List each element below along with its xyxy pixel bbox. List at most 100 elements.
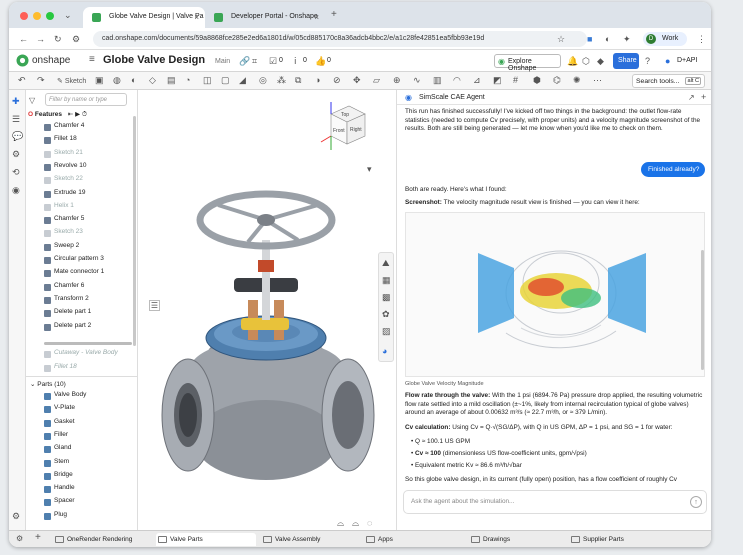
rollback-icon[interactable]: ⇤ (68, 111, 73, 118)
learning-icon[interactable]: ◆ (597, 56, 604, 66)
part-item[interactable]: V-Plate (26, 404, 75, 416)
section-icon[interactable]: ◩ (493, 75, 502, 86)
split-icon[interactable]: ⊘ (333, 75, 341, 86)
fillet-icon[interactable]: ◔ (185, 75, 190, 86)
play-icon[interactable]: ▶ (75, 111, 80, 118)
part-item[interactable]: Valve Body (26, 391, 86, 403)
notes-icon[interactable]: ⅰ (294, 56, 297, 66)
link-icon[interactable]: 🔗 (239, 56, 250, 66)
close-tab-icon[interactable]: × (314, 13, 319, 22)
like-icon[interactable]: 👍 (315, 56, 326, 66)
document-tab[interactable]: Valve Assembly (261, 533, 361, 546)
list-item[interactable]: Mate connector 1 (26, 268, 104, 280)
sketch-button[interactable]: ✎ Sketch (57, 76, 86, 87)
part-item[interactable]: Plug (26, 511, 67, 523)
user-icon[interactable]: ● (665, 56, 670, 66)
simscale-globe-icon[interactable]: ◕ (382, 346, 387, 356)
graphics-area[interactable]: ☰ Top Front Right ▾ ⛰ ▦ ▩ ✿ ▨ ◕ ⌓ ⌓ ◌ (138, 90, 396, 530)
render-icon[interactable]: ✺ (573, 75, 581, 86)
velocity-result-image[interactable] (405, 212, 705, 377)
measure-icon[interactable]: ⊿ (473, 75, 481, 86)
insert-icon[interactable]: ✚ (12, 96, 20, 106)
list-item[interactable]: Fillet 18 (26, 363, 77, 375)
hide-icon[interactable]: ▨ (382, 326, 391, 336)
list-item[interactable]: Delete part 2 (26, 322, 91, 334)
chat-scrollbar[interactable] (701, 250, 704, 370)
comments-icon[interactable]: 💬 (12, 131, 23, 141)
simulation-icon[interactable]: ⌬ (553, 75, 561, 86)
helix-icon[interactable]: ∿ (413, 75, 421, 86)
list-item[interactable]: Helix 1 (26, 202, 74, 214)
document-tab[interactable]: OneRender Rendering (53, 533, 153, 546)
list-item[interactable]: Sketch 22 (26, 175, 83, 187)
close-tab-icon[interactable]: × (194, 13, 199, 22)
plane-icon[interactable]: ▱ (373, 75, 380, 86)
send-icon[interactable]: ↑ (690, 496, 702, 508)
document-tab[interactable]: Valve Parts (156, 533, 256, 546)
document-tab[interactable]: Apps (364, 533, 464, 546)
part-item[interactable]: Spacer (26, 497, 75, 509)
document-tab[interactable]: Drawings (469, 533, 565, 546)
tab-list-chevron-icon[interactable]: ⌄ (64, 10, 72, 20)
browser-tab-active[interactable]: Globe Valve Design | Valve Pa × (83, 7, 205, 28)
help-icon[interactable]: ? (645, 56, 650, 66)
list-item[interactable]: Fillet 18 (26, 135, 77, 147)
profile-button[interactable]: D Work (643, 32, 687, 46)
parts-header[interactable]: ⌄ Parts (10) (30, 380, 66, 388)
view-cube-right-label[interactable]: Right (350, 127, 362, 133)
chamfer-icon[interactable]: ◫ (203, 75, 212, 86)
versions-icon[interactable]: ⌗ (252, 56, 257, 66)
surface-icon[interactable]: ◠ (453, 75, 461, 86)
document-title[interactable]: Globe Valve Design (103, 54, 205, 66)
tasks-icon[interactable]: ☑ (269, 56, 277, 66)
view-cube[interactable]: Top Front Right (313, 96, 377, 154)
camera-icon[interactable]: ⌓ (337, 518, 344, 528)
bookmark-star-icon[interactable]: ☆ (557, 34, 565, 44)
back-icon[interactable]: ← (19, 34, 28, 44)
custom-feature-icon[interactable]: ⬢ (533, 75, 541, 86)
list-icon[interactable]: ☰ (12, 114, 20, 124)
section-view-icon[interactable]: ▩ (382, 292, 391, 302)
filter-icon[interactable]: ▽ (29, 96, 35, 106)
sheet-metal-icon[interactable]: ▥ (433, 75, 442, 86)
list-item[interactable]: Sketch 23 (26, 228, 83, 240)
revolve-icon[interactable]: ◍ (113, 75, 121, 86)
tab-manager-icon[interactable]: ⚙ (16, 534, 23, 544)
hamburger-menu-icon[interactable]: ≡ (89, 55, 95, 65)
browser-menu-icon[interactable]: ⋮ (697, 34, 706, 44)
site-settings-icon[interactable]: ⚙ (72, 34, 80, 44)
part-item[interactable]: Handle (26, 484, 75, 496)
reload-icon[interactable]: ↻ (54, 34, 62, 44)
tree-scrollbar[interactable] (133, 116, 136, 346)
extensions-puzzle-icon[interactable]: ✦ (623, 34, 631, 44)
variable-icon[interactable]: # (513, 75, 518, 86)
valve-3d-model[interactable] (148, 150, 388, 530)
chat-input[interactable]: Ask the agent about the simulation... ↑ (403, 490, 707, 514)
list-item[interactable]: Delete part 1 (26, 308, 91, 320)
part-item[interactable]: Filler (26, 431, 68, 443)
extension-icon[interactable]: ■ (587, 34, 592, 44)
render-mode-icon[interactable]: ▦ (382, 275, 391, 285)
explore-onshape-button[interactable]: ◉ Explore Onshape (494, 54, 561, 72)
appearance-icon[interactable]: ⛰ (382, 258, 390, 268)
zoom-fit-icon[interactable]: ◌ (367, 518, 372, 528)
thicken-icon[interactable]: ▤ (167, 75, 176, 86)
list-item[interactable]: Extrude 19 (26, 189, 85, 201)
list-item[interactable]: Sweep 2 (26, 242, 79, 254)
url-field[interactable]: cad.onshape.com/documents/59a8868fce285e… (93, 31, 587, 47)
list-item[interactable]: Chamfer 5 (26, 215, 84, 227)
view-cube-front-label[interactable]: Front (333, 128, 345, 134)
options-icon[interactable]: ⏱ (82, 111, 87, 118)
settings-icon[interactable]: ⚙ (12, 511, 20, 521)
hole-icon[interactable]: ◎ (259, 75, 267, 86)
extrude-icon[interactable]: ▣ (95, 75, 104, 86)
search-tools-input[interactable]: Search tools... alt C (632, 74, 705, 88)
share-button[interactable]: Share (613, 53, 639, 69)
user-label[interactable]: D+API (677, 57, 697, 64)
branch-label[interactable]: Main (215, 58, 230, 65)
list-item[interactable]: Chamfer 6 (26, 282, 84, 294)
loft-icon[interactable]: ◇ (149, 75, 156, 86)
view-mode-icon[interactable]: ⌓ (352, 518, 359, 528)
more-tools-icon[interactable]: ⋯ (593, 75, 602, 86)
mate-connector-icon[interactable]: ⊕ (393, 75, 401, 86)
